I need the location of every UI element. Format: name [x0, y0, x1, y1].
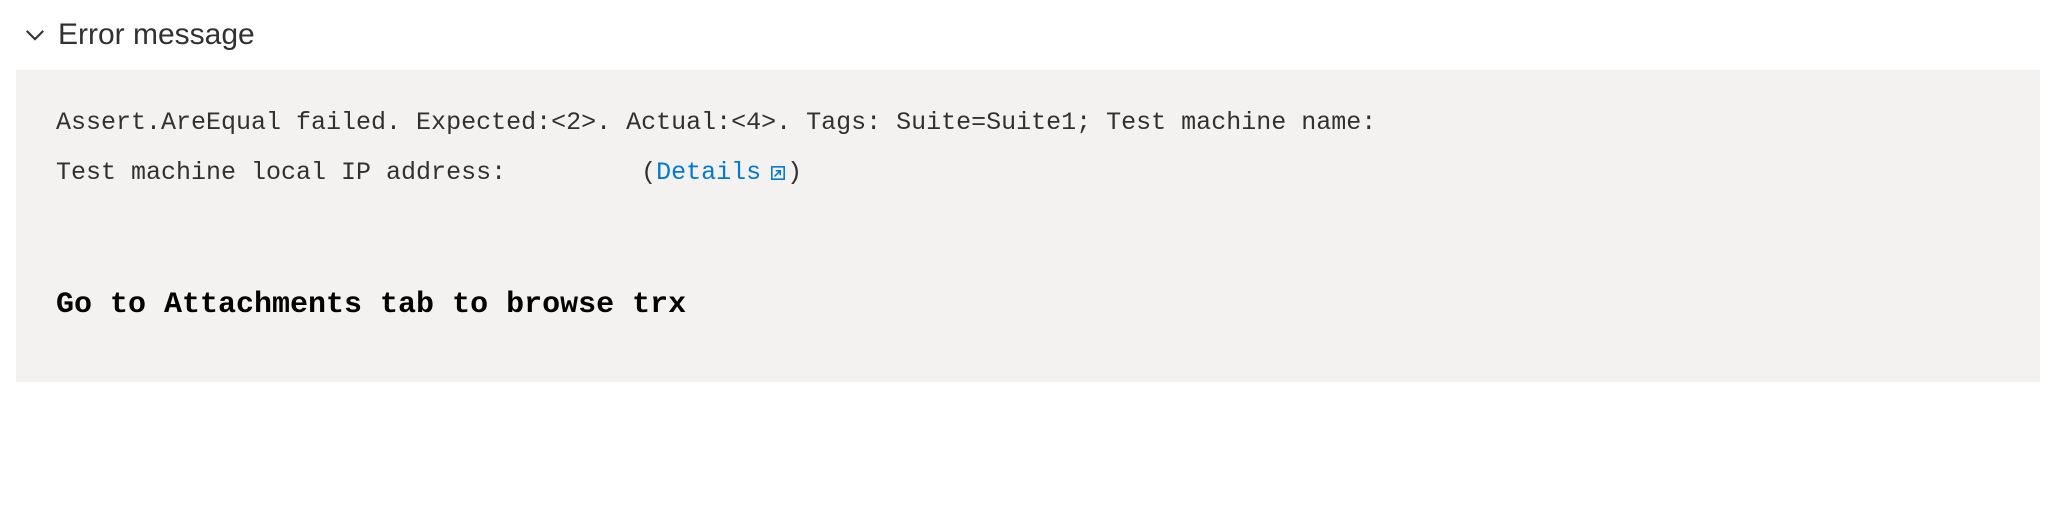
section-title: Error message [58, 18, 255, 52]
external-link-icon [769, 164, 787, 182]
error-message-text: Assert.AreEqual failed. Expected:<2>. Ac… [56, 98, 2000, 198]
paren-open: ( [641, 158, 656, 187]
attachments-hint: Go to Attachments tab to browse trx [56, 288, 2000, 322]
paren-close: ) [787, 158, 802, 187]
details-link[interactable]: Details [656, 148, 787, 198]
error-line-2-prefix: Test machine local IP address: [56, 158, 641, 187]
error-message-section-header[interactable]: Error message [0, 0, 2056, 70]
error-line-1: Assert.AreEqual failed. Expected:<2>. Ac… [56, 108, 1376, 137]
chevron-down-icon [24, 24, 46, 46]
details-link-label: Details [656, 148, 761, 198]
error-message-panel: Assert.AreEqual failed. Expected:<2>. Ac… [16, 70, 2040, 382]
